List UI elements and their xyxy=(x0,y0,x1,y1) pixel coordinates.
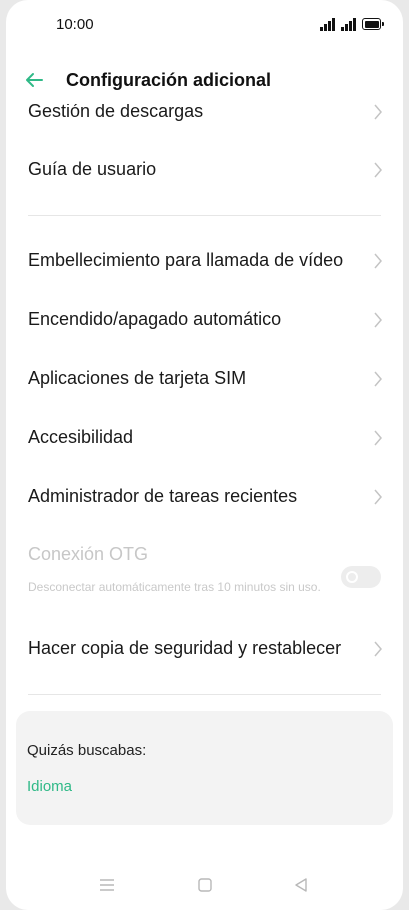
header: Configuración adicional xyxy=(6,58,403,104)
menu-icon[interactable] xyxy=(98,876,116,894)
list-item-label: Embellecimiento para llamada de vídeo xyxy=(28,250,344,270)
divider xyxy=(28,694,381,695)
status-time: 10:00 xyxy=(56,16,94,33)
list-item-auto-power[interactable]: Encendido/apagado automático xyxy=(6,292,403,348)
chevron-right-icon xyxy=(374,253,382,269)
navigation-bar xyxy=(6,866,403,906)
list-item-backup-reset[interactable]: Hacer copia de seguridad y restablecer xyxy=(6,621,403,677)
chevron-right-icon xyxy=(374,641,382,657)
list-item-download-manager[interactable]: Gestión de descargas xyxy=(6,104,403,140)
status-bar: 10:00 xyxy=(6,0,403,50)
list-item-label: Encendido/apagado automático xyxy=(28,309,282,329)
phone-screen: 10:00 Configuración adicional Gestión de… xyxy=(6,0,403,910)
back-arrow-icon[interactable] xyxy=(22,68,46,92)
list-item-otg: Conexión OTG Desconectar automáticamente… xyxy=(6,544,403,616)
otg-label: Conexión OTG xyxy=(28,544,149,564)
suggestion-title: Quizás buscabas: xyxy=(27,742,147,759)
settings-list[interactable]: Gestión de descargas Guía de usuario Emb… xyxy=(6,104,403,884)
list-item-label: Accesibilidad xyxy=(28,427,134,447)
suggestion-card: Quizás buscabas: Idioma xyxy=(16,711,393,825)
triangle-back-icon[interactable] xyxy=(292,876,310,894)
otg-description: Desconectar automáticamente tras 10 minu… xyxy=(28,580,321,594)
divider xyxy=(28,215,381,216)
chevron-right-icon xyxy=(374,489,382,505)
list-item-label: Administrador de tareas recientes xyxy=(28,486,298,506)
chevron-right-icon xyxy=(374,162,382,178)
list-item-label: Aplicaciones de tarjeta SIM xyxy=(28,368,247,388)
chevron-right-icon xyxy=(374,104,382,120)
signal-icon xyxy=(320,17,338,31)
chevron-right-icon xyxy=(374,312,382,328)
list-item-label: Gestión de descargas xyxy=(28,104,204,121)
chevron-right-icon xyxy=(374,371,382,387)
list-item-accessibility[interactable]: Accesibilidad xyxy=(6,410,403,466)
chevron-right-icon xyxy=(374,430,382,446)
page-title: Configuración adicional xyxy=(66,70,272,90)
battery-icon xyxy=(362,18,384,30)
otg-toggle[interactable] xyxy=(341,566,381,588)
list-item-label: Hacer copia de seguridad y restablecer xyxy=(28,638,342,658)
list-item-video-call-beauty[interactable]: Embellecimiento para llamada de vídeo xyxy=(6,233,403,289)
list-item-label: Guía de usuario xyxy=(28,159,157,179)
list-item-sim-apps[interactable]: Aplicaciones de tarjeta SIM xyxy=(6,351,403,407)
list-item-recent-tasks[interactable]: Administrador de tareas recientes xyxy=(6,469,403,525)
list-item-user-guide[interactable]: Guía de usuario xyxy=(6,142,403,198)
home-icon[interactable] xyxy=(196,876,214,894)
signal-icon-2 xyxy=(341,17,359,31)
toggle-knob xyxy=(346,571,358,583)
suggestion-link-language[interactable]: Idioma xyxy=(27,778,72,795)
